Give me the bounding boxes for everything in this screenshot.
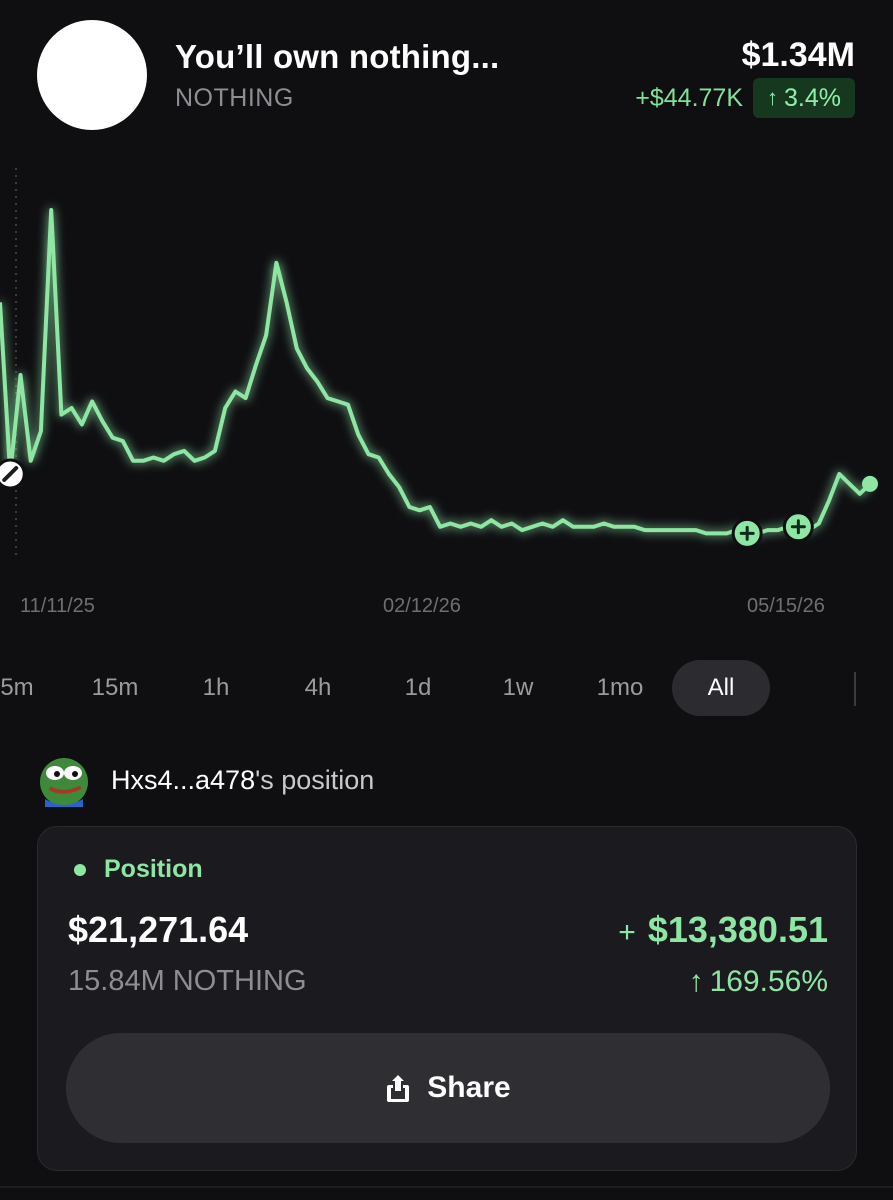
current-price-dot [862,475,878,492]
x-tick-label: 11/11/25 [20,595,95,617]
pnl-amount: $13,380.51 [647,909,828,950]
pnl-sign: + [618,916,636,949]
share-button[interactable]: Share [66,1033,830,1143]
pnl-percent: 169.56% [709,965,828,998]
tab-1mo[interactable]: 1mo [584,660,656,716]
change-percent: 3.4% [784,83,841,112]
share-label: Share [427,1071,511,1104]
timeframe-tabs: 5m 15m 1h 4h 1d 1w 1mo All [0,660,893,716]
position-pnl: + $13,380.51 [618,909,828,951]
tab-4h[interactable]: 4h [288,660,348,716]
market-cap: $1.34M [741,36,855,74]
change-percent-badge: ↑ 3.4% [753,78,855,118]
tab-1d[interactable]: 1d [388,660,448,716]
position-label: Position [104,855,203,883]
price-change-row: +$44.77K ↑ 3.4% [635,78,855,118]
status-dot-icon [74,863,86,876]
position-header: Position [74,855,203,884]
tab-15m[interactable]: 15m [80,660,150,716]
token-detail-screen: You’ll own nothing... NOTHING $1.34M +$4… [0,0,893,1200]
buy-marker [731,517,763,549]
buy-marker [782,511,814,543]
position-pnl-percent: ↑ 169.56% [689,965,828,999]
arrow-up-icon: ↑ [767,85,779,110]
tab-5m[interactable]: 5m [0,660,42,716]
price-line [0,208,872,536]
position-card: Position $21,271.64 15.84M NOTHING + $13… [37,826,857,1171]
token-ticker: NOTHING [175,84,294,112]
bottom-divider [0,1186,893,1188]
position-value: $21,271.64 [68,909,249,950]
position-owner-row[interactable]: Hxs4...a478's position [37,752,374,808]
trade-marker [0,458,26,490]
owner-name: Hxs4...a478 [111,764,256,795]
trade-markers [0,458,878,549]
owner-label: Hxs4...a478's position [111,765,374,796]
share-icon [387,1075,410,1102]
tab-1h[interactable]: 1h [186,660,246,716]
change-absolute: +$44.77K [635,83,744,112]
x-tick-label: 02/12/26 [383,595,461,617]
owner-suffix: 's position [255,764,375,795]
price-chart-svg[interactable] [0,150,893,570]
frog-avatar-icon [40,758,88,807]
token-title: You’ll own nothing... [175,38,500,75]
position-amount: 15.84M NOTHING [68,965,307,997]
tabs-divider [854,672,856,706]
tab-1w[interactable]: 1w [488,660,548,716]
x-tick-label: 05/15/26 [747,595,825,617]
token-avatar [37,20,147,130]
price-chart[interactable] [0,150,893,570]
arrow-up-icon: ↑ [688,965,704,998]
tab-all[interactable]: All [672,660,770,716]
